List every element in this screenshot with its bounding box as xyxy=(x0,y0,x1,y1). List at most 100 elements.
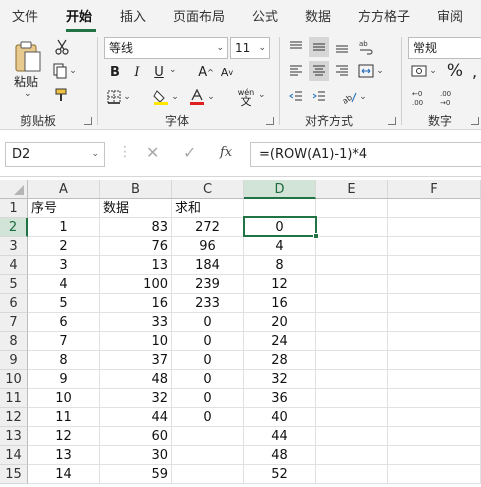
align-left-button[interactable] xyxy=(286,61,306,81)
number-format-combo[interactable]: 常规 xyxy=(408,37,481,59)
cell-f6[interactable] xyxy=(388,294,481,313)
tab-file[interactable]: 文件 xyxy=(12,6,38,28)
row-header-12[interactable]: 12 xyxy=(0,408,28,427)
cell-c6[interactable]: 233 xyxy=(172,294,244,313)
format-painter-button[interactable] xyxy=(52,85,72,105)
cell-d12[interactable]: 40 xyxy=(244,408,316,427)
row-header-11[interactable]: 11 xyxy=(0,389,28,408)
cell-e3[interactable] xyxy=(316,237,388,256)
cell-a13[interactable]: 12 xyxy=(28,427,100,446)
drag-handle-icon[interactable]: ⋮ xyxy=(118,144,132,160)
cell-b8[interactable]: 10 xyxy=(100,332,172,351)
align-middle-button[interactable] xyxy=(309,37,329,57)
italic-button[interactable]: I xyxy=(128,62,146,82)
paste-dropdown-arrow[interactable]: ⌄ xyxy=(24,89,32,99)
phonetic-dropdown-arrow[interactable]: ⌄ xyxy=(258,90,266,100)
cell-c10[interactable]: 0 xyxy=(172,370,244,389)
cell-f12[interactable] xyxy=(388,408,481,427)
cell-e10[interactable] xyxy=(316,370,388,389)
cell-c7[interactable]: 0 xyxy=(172,313,244,332)
tab-fangfang-gezi[interactable]: 方方格子 xyxy=(358,6,410,28)
cell-d8[interactable]: 24 xyxy=(244,332,316,351)
cell-b7[interactable]: 33 xyxy=(100,313,172,332)
cell-b5[interactable]: 100 xyxy=(100,275,172,294)
cell-a1[interactable]: 序号 xyxy=(28,199,100,218)
cell-b6[interactable]: 16 xyxy=(100,294,172,313)
cell-d2[interactable]: 0 xyxy=(244,218,316,237)
cell-d10[interactable]: 32 xyxy=(244,370,316,389)
row-header-14[interactable]: 14 xyxy=(0,446,28,465)
cell-d14[interactable]: 48 xyxy=(244,446,316,465)
worksheet-grid[interactable]: A B C D E F 1 序号 数据 求和 2 1 83 272 0 3 2 76 96 4 4 3 13 18… xyxy=(0,180,481,487)
increase-decimal-button[interactable]: ←0.00 xyxy=(408,87,434,109)
decrease-font-button[interactable]: Av xyxy=(218,62,236,82)
phonetic-guide-button[interactable]: wén 文 xyxy=(232,85,260,109)
cell-e7[interactable] xyxy=(316,313,388,332)
decrease-indent-button[interactable] xyxy=(286,87,306,107)
row-header-2[interactable]: 2 xyxy=(0,218,28,237)
cell-e6[interactable] xyxy=(316,294,388,313)
cell-c13[interactable] xyxy=(172,427,244,446)
cell-f7[interactable] xyxy=(388,313,481,332)
cell-e8[interactable] xyxy=(316,332,388,351)
cell-a15[interactable]: 14 xyxy=(28,465,100,484)
cell-e5[interactable] xyxy=(316,275,388,294)
paste-button[interactable] xyxy=(10,39,46,75)
cell-b1[interactable]: 数据 xyxy=(100,199,172,218)
cell-f3[interactable] xyxy=(388,237,481,256)
cell-a11[interactable]: 10 xyxy=(28,389,100,408)
cell-d13[interactable]: 44 xyxy=(244,427,316,446)
cell-c1[interactable]: 求和 xyxy=(172,199,244,218)
row-header-6[interactable]: 6 xyxy=(0,294,28,313)
cell-c9[interactable]: 0 xyxy=(172,351,244,370)
cell-e9[interactable] xyxy=(316,351,388,370)
align-top-button[interactable] xyxy=(286,37,306,57)
cell-b12[interactable]: 44 xyxy=(100,408,172,427)
cell-b4[interactable]: 13 xyxy=(100,256,172,275)
cell-a6[interactable]: 5 xyxy=(28,294,100,313)
cell-f5[interactable] xyxy=(388,275,481,294)
cell-c11[interactable]: 0 xyxy=(172,389,244,408)
underline-button[interactable]: U xyxy=(150,62,168,82)
cell-e1[interactable] xyxy=(316,199,388,218)
cell-a4[interactable]: 3 xyxy=(28,256,100,275)
cell-a9[interactable]: 8 xyxy=(28,351,100,370)
cell-d15[interactable]: 52 xyxy=(244,465,316,484)
increase-indent-button[interactable] xyxy=(309,87,329,107)
row-header-10[interactable]: 10 xyxy=(0,370,28,389)
font-launcher-icon[interactable] xyxy=(266,117,274,125)
cell-d7[interactable]: 20 xyxy=(244,313,316,332)
column-header-b[interactable]: B xyxy=(100,180,172,199)
cell-f8[interactable] xyxy=(388,332,481,351)
cell-f13[interactable] xyxy=(388,427,481,446)
tab-formulas[interactable]: 公式 xyxy=(252,6,278,28)
cell-b13[interactable]: 60 xyxy=(100,427,172,446)
decrease-decimal-button[interactable]: .00 →0 xyxy=(436,87,462,109)
cell-a14[interactable]: 13 xyxy=(28,446,100,465)
cell-b11[interactable]: 32 xyxy=(100,389,172,408)
row-header-3[interactable]: 3 xyxy=(0,237,28,256)
cell-f9[interactable] xyxy=(388,351,481,370)
cell-f2[interactable] xyxy=(388,218,481,237)
row-header-5[interactable]: 5 xyxy=(0,275,28,294)
enter-check-icon[interactable]: ✓ xyxy=(183,143,199,163)
cell-e2[interactable] xyxy=(316,218,388,237)
tab-page-layout[interactable]: 页面布局 xyxy=(173,6,225,28)
row-header-9[interactable]: 9 xyxy=(0,351,28,370)
cell-f15[interactable] xyxy=(388,465,481,484)
tab-home[interactable]: 开始 xyxy=(66,6,92,28)
cancel-icon[interactable]: ✕ xyxy=(146,143,162,163)
cell-d3[interactable]: 4 xyxy=(244,237,316,256)
cell-e13[interactable] xyxy=(316,427,388,446)
cell-f14[interactable] xyxy=(388,446,481,465)
wrap-text-button[interactable]: ab xyxy=(356,37,376,57)
row-header-4[interactable]: 4 xyxy=(0,256,28,275)
cell-e15[interactable] xyxy=(316,465,388,484)
borders-button[interactable]: ⌄ xyxy=(104,87,134,107)
cell-c8[interactable]: 0 xyxy=(172,332,244,351)
cell-b9[interactable]: 37 xyxy=(100,351,172,370)
cell-a2[interactable]: 1 xyxy=(28,218,100,237)
cell-d5[interactable]: 12 xyxy=(244,275,316,294)
column-header-d[interactable]: D xyxy=(244,180,316,199)
row-header-15[interactable]: 15 xyxy=(0,465,28,484)
